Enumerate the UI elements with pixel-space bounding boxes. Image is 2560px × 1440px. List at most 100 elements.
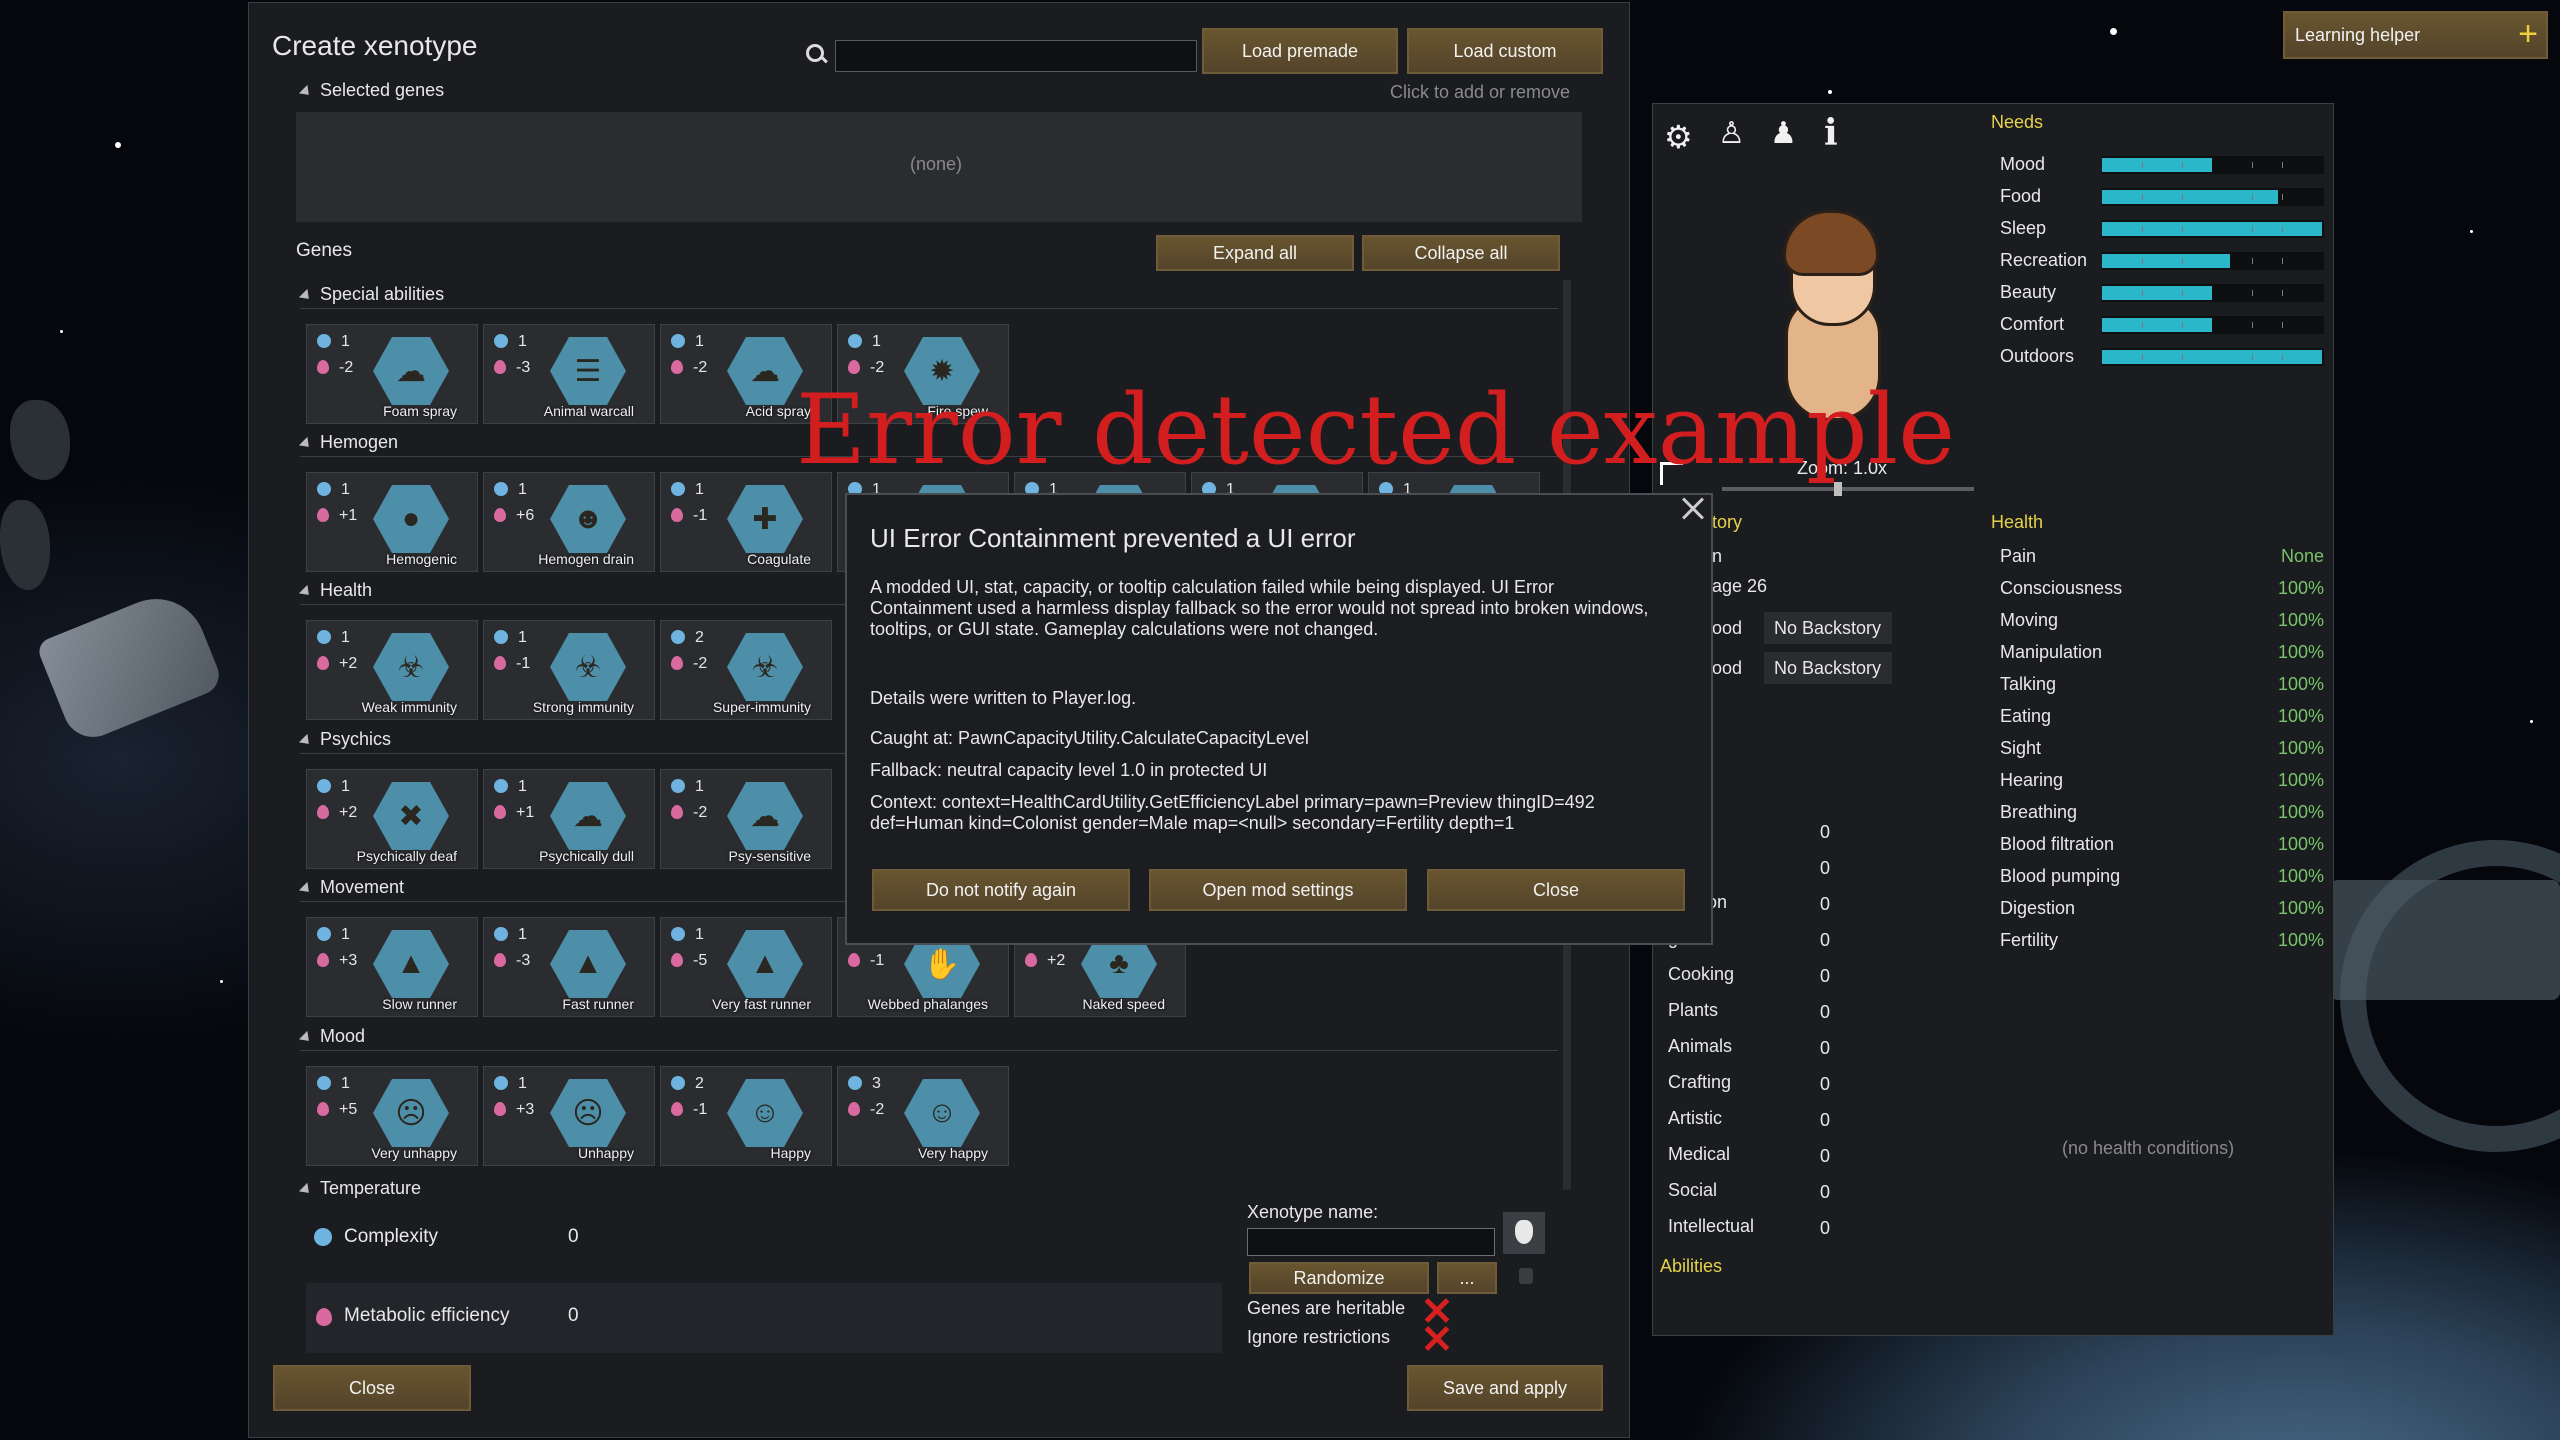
need-bar[interactable] <box>2102 348 2324 366</box>
pawn-stand-icon[interactable]: ♙ <box>1718 116 1745 151</box>
collapse-all-button[interactable]: Collapse all <box>1362 235 1560 271</box>
do-not-notify-button[interactable]: Do not notify again <box>872 869 1130 911</box>
gene-section-header[interactable]: Special abilities <box>298 284 444 305</box>
metabolism-icon <box>671 508 683 522</box>
health-capacity-label[interactable]: Eating <box>2000 706 2051 727</box>
gene-card[interactable]: ☁ 1 -2 Foam spray <box>306 324 478 424</box>
save-and-apply-button[interactable]: Save and apply <box>1407 1365 1603 1411</box>
need-bar[interactable] <box>2102 316 2324 334</box>
need-bar-tick <box>2182 322 2183 328</box>
health-capacity-label[interactable]: Moving <box>2000 610 2058 631</box>
search-input[interactable] <box>835 40 1197 72</box>
health-capacity-label[interactable]: Talking <box>2000 674 2056 695</box>
need-bar-tick <box>2182 258 2183 264</box>
health-capacity-label[interactable]: Sight <box>2000 738 2041 759</box>
gene-card[interactable]: ☻ 1 +6 Hemogen drain <box>483 472 655 572</box>
section-divider <box>300 1050 1558 1051</box>
health-capacity-label[interactable]: Blood pumping <box>2000 866 2120 887</box>
xenotype-icon-button[interactable] <box>1503 1212 1545 1254</box>
gene-card[interactable]: ☺ 2 -1 Happy <box>660 1066 832 1166</box>
need-bar[interactable] <box>2102 188 2324 206</box>
gene-section-header[interactable]: Hemogen <box>298 432 398 453</box>
skill-label: Animals <box>1668 1036 1733 1056</box>
dialog-close-button[interactable]: Close <box>1427 869 1685 911</box>
gene-card[interactable]: ▲ 1 -3 Fast runner <box>483 917 655 1017</box>
xenotype-name-input[interactable] <box>1247 1228 1495 1256</box>
randomize-button[interactable]: Randomize <box>1249 1262 1429 1294</box>
metabolism-icon <box>671 656 683 670</box>
metabolic-row: Metabolic efficiency 0 <box>306 1283 1222 1353</box>
health-capacity-label[interactable]: Breathing <box>2000 802 2077 823</box>
temperature-header[interactable]: Temperature <box>298 1178 421 1199</box>
close-x-icon[interactable] <box>1679 495 1707 523</box>
gene-section-header[interactable]: Health <box>298 580 372 601</box>
health-capacity-label[interactable]: Digestion <box>2000 898 2075 919</box>
selected-genes-box[interactable]: (none) <box>296 112 1582 222</box>
gene-card[interactable]: ☹ 1 +5 Very unhappy <box>306 1066 478 1166</box>
info-icon[interactable]: i <box>1824 112 1838 154</box>
gene-name: Hemogenic <box>386 551 457 567</box>
lock-icon <box>1519 1268 1533 1284</box>
gene-card[interactable]: ☺ 3 -2 Very happy <box>837 1066 1009 1166</box>
gene-card[interactable]: ☹ 1 +3 Unhappy <box>483 1066 655 1166</box>
metabolism-icon <box>317 1102 329 1116</box>
gear-icon[interactable]: ⚙ <box>1664 118 1693 156</box>
selected-genes-header[interactable]: Selected genes <box>298 80 445 101</box>
need-bar[interactable] <box>2102 252 2324 270</box>
gene-card[interactable]: ✖ 1 +2 Psychically deaf <box>306 769 478 869</box>
story-title: tory <box>1712 512 1743 532</box>
gene-card[interactable]: ● 1 +1 Hemogenic <box>306 472 478 572</box>
childhood-backstory[interactable]: No Backstory <box>1764 612 1892 644</box>
learning-helper-button[interactable]: Learning helper + <box>2283 11 2548 59</box>
need-bar[interactable] <box>2102 220 2324 238</box>
gene-card[interactable]: ☰ 1 -3 Animal warcall <box>483 324 655 424</box>
health-capacity-label[interactable]: Hearing <box>2000 770 2063 791</box>
health-capacity-label[interactable]: Blood filtration <box>2000 834 2114 855</box>
pawn-info-icon[interactable]: ♟ <box>1770 116 1797 151</box>
health-capacity-label[interactable]: Fertility <box>2000 930 2058 951</box>
gene-card[interactable]: ✚ 1 -1 Coagulate <box>660 472 832 572</box>
health-capacity-label[interactable]: Pain <box>2000 546 2036 567</box>
need-bar-tick <box>2142 162 2143 168</box>
metabolic-value: 0 <box>568 1305 579 1326</box>
adulthood-backstory[interactable]: No Backstory <box>1764 652 1892 684</box>
health-capacity-label[interactable]: Consciousness <box>2000 578 2122 599</box>
ignore-restrictions-checkbox[interactable] <box>1422 1324 1450 1352</box>
gene-card[interactable]: ☣ 1 -1 Strong immunity <box>483 620 655 720</box>
gene-section-header[interactable]: Psychics <box>298 729 392 750</box>
metabolism-value: +2 <box>339 804 358 821</box>
need-bar[interactable] <box>2102 284 2324 302</box>
selected-genes-label: Selected genes <box>320 80 445 100</box>
need-bar-tick <box>2142 226 2143 232</box>
close-button[interactable]: Close <box>273 1365 471 1411</box>
gene-section-header[interactable]: Mood <box>298 1026 365 1047</box>
expand-all-button[interactable]: Expand all <box>1156 235 1354 271</box>
complexity-stat: 3 <box>848 1075 881 1093</box>
gene-card[interactable]: ☣ 1 +2 Weak immunity <box>306 620 478 720</box>
health-capacity-label[interactable]: Manipulation <box>2000 642 2102 663</box>
load-custom-button[interactable]: Load custom <box>1407 28 1603 74</box>
more-options-button[interactable]: ... <box>1437 1262 1497 1294</box>
no-health-conditions: (no health conditions) <box>2062 1138 2235 1158</box>
zoom-slider[interactable] <box>1722 482 1974 496</box>
gene-section-label: Psychics <box>320 729 392 749</box>
gene-card[interactable]: ▲ 1 +3 Slow runner <box>306 917 478 1017</box>
heritable-checkbox[interactable] <box>1422 1296 1450 1324</box>
happy-icon: ☺ <box>727 1079 803 1147</box>
gene-name: Webbed phalanges <box>867 996 988 1012</box>
open-mod-settings-button[interactable]: Open mod settings <box>1149 869 1407 911</box>
metabolism-value: -5 <box>693 952 708 969</box>
metabolism-value: -3 <box>516 359 531 376</box>
gene-card[interactable]: ▲ 1 -5 Very fast runner <box>660 917 832 1017</box>
complexity-value: 1 <box>695 481 704 498</box>
complexity-icon <box>494 630 508 644</box>
gene-card[interactable]: ☁ 1 +1 Psychically dull <box>483 769 655 869</box>
learning-helper-label: Learning helper <box>2295 24 2421 45</box>
gene-card[interactable]: ☁ 1 -2 Psy-sensitive <box>660 769 832 869</box>
gene-card[interactable]: ☣ 2 -2 Super-immunity <box>660 620 832 720</box>
gene-section-header[interactable]: Movement <box>298 877 404 898</box>
need-bar[interactable] <box>2102 156 2324 174</box>
complexity-value: 1 <box>341 333 350 350</box>
dialog-body: A modded UI, stat, capacity, or tooltip … <box>870 577 1649 639</box>
load-premade-button[interactable]: Load premade <box>1202 28 1398 74</box>
